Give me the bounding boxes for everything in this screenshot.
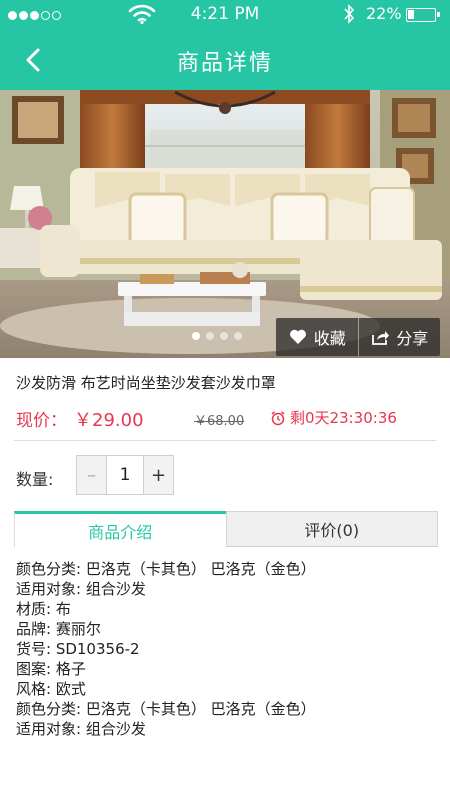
detail-tabs: 商品介绍 评价(0) bbox=[14, 511, 438, 547]
product-specs: 颜色分类: 巴洛克（卡其色） 巴洛克（金色） 适用对象: 组合沙发 材质: 布 … bbox=[16, 559, 436, 739]
pager-dot bbox=[234, 332, 242, 340]
spec-line: 适用对象: 组合沙发 bbox=[16, 580, 146, 598]
original-price: ￥68.00 bbox=[194, 414, 245, 429]
tab-product-intro[interactable]: 商品介绍 bbox=[14, 511, 226, 547]
price-row: 现价： ￥29.00 ￥68.00 剩0天23:30:36 bbox=[16, 406, 436, 431]
current-price: ￥29.00 bbox=[74, 410, 144, 431]
share-icon bbox=[372, 331, 390, 345]
quantity-stepper: – 1 + bbox=[76, 455, 174, 495]
status-bar: 4:21 PM 22% bbox=[0, 0, 450, 30]
alarm-clock-icon bbox=[271, 410, 285, 425]
spec-line: 品牌: 赛丽尔 bbox=[16, 620, 101, 638]
divider bbox=[14, 440, 436, 441]
spec-line: 风格: 欧式 bbox=[16, 680, 86, 698]
pager-dot bbox=[220, 332, 228, 340]
countdown-text: 剩0天23:30:36 bbox=[290, 409, 397, 427]
battery-percent: 22% bbox=[366, 4, 402, 23]
image-actions: 收藏 分享 bbox=[276, 318, 440, 356]
spec-line: 颜色分类: 巴洛克（卡其色） 巴洛克（金色） bbox=[16, 560, 316, 578]
increase-button[interactable]: + bbox=[143, 456, 173, 494]
decrease-button[interactable]: – bbox=[77, 456, 107, 494]
product-name: 沙发防滑 布艺时尚坐垫沙发套沙发巾罩 bbox=[16, 374, 276, 392]
spec-line: 适用对象: 组合沙发 bbox=[16, 720, 146, 738]
heart-icon bbox=[289, 329, 306, 344]
countdown: 剩0天23:30:36 bbox=[270, 407, 397, 428]
favorite-button[interactable]: 收藏 bbox=[276, 318, 358, 356]
nav-bar: 商品详情 bbox=[0, 30, 450, 90]
pager-dot bbox=[192, 332, 200, 340]
page-title: 商品详情 bbox=[176, 51, 273, 76]
spec-line: 图案: 格子 bbox=[16, 660, 86, 678]
gallery-pager bbox=[192, 332, 242, 340]
share-button[interactable]: 分享 bbox=[357, 318, 441, 356]
spec-line: 颜色分类: 巴洛克（卡其色） 巴洛克（金色） bbox=[16, 700, 316, 718]
spec-line: 材质: 布 bbox=[16, 600, 71, 618]
price-label: 现价： bbox=[16, 411, 67, 431]
pager-dot bbox=[206, 332, 214, 340]
share-label: 分享 bbox=[396, 329, 429, 348]
battery-icon bbox=[406, 8, 440, 22]
spec-line: 货号: SD10356-2 bbox=[16, 640, 140, 658]
quantity-label: 数量: bbox=[16, 470, 54, 489]
quantity-value[interactable]: 1 bbox=[107, 456, 143, 494]
bluetooth-icon bbox=[344, 4, 355, 24]
favorite-label: 收藏 bbox=[313, 329, 346, 348]
header: 4:21 PM 22% 商品详情 bbox=[0, 0, 450, 90]
tab-reviews[interactable]: 评价(0) bbox=[225, 511, 438, 547]
